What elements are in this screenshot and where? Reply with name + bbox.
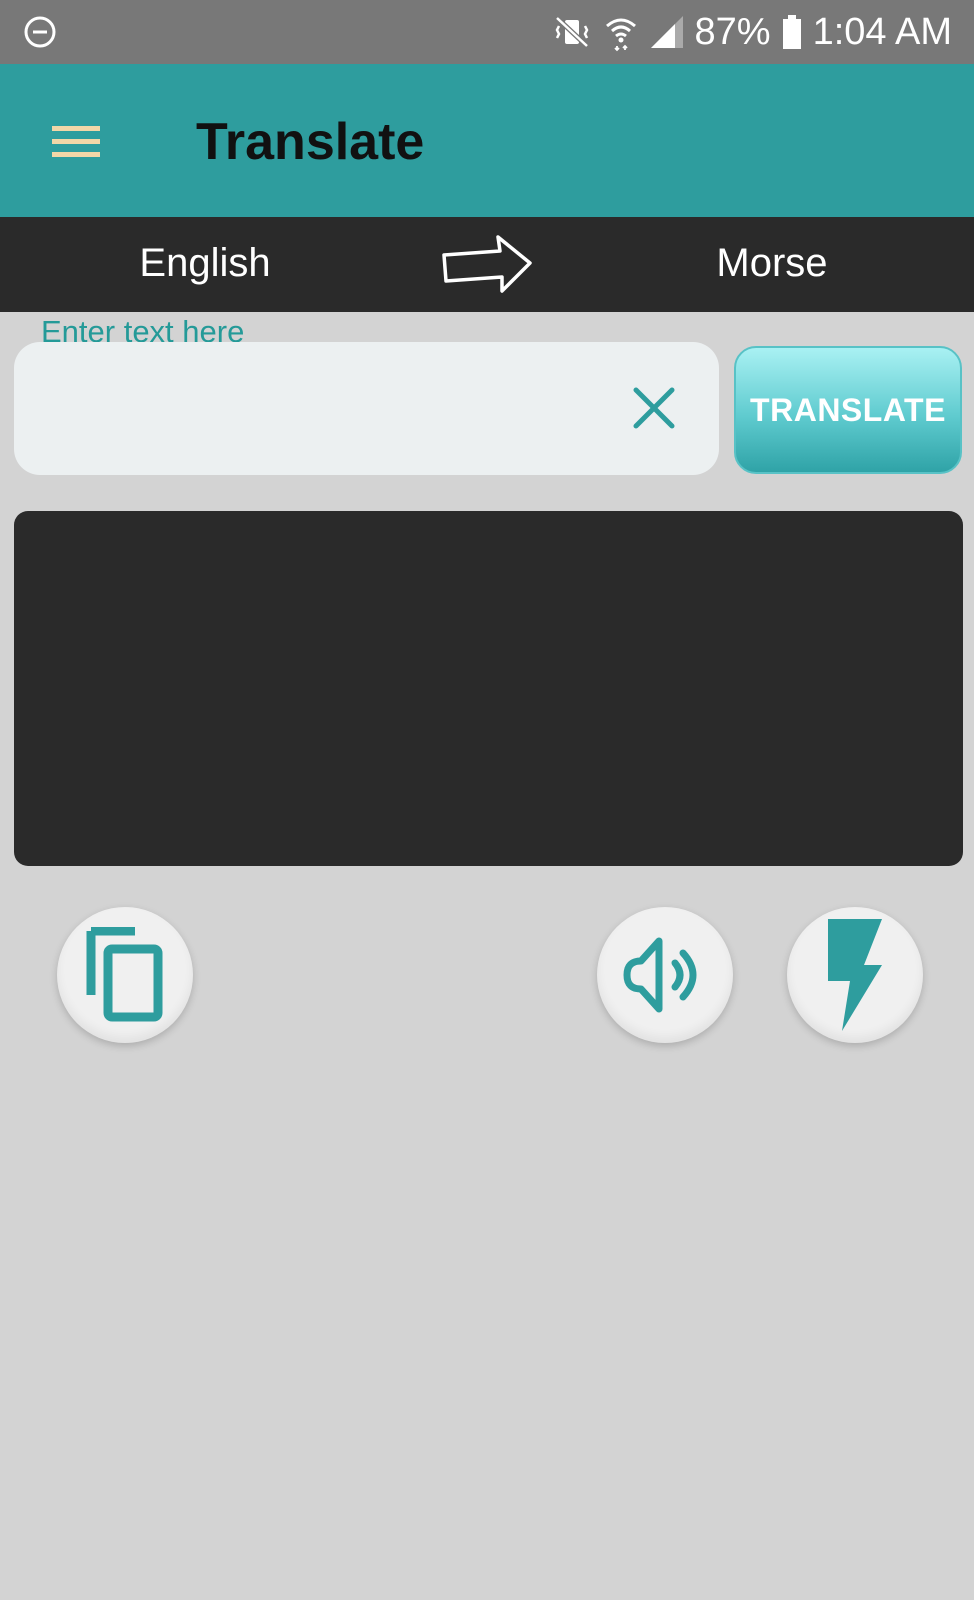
battery-percent: 87% (694, 11, 771, 53)
flash-icon (828, 919, 882, 1031)
hamburger-menu-icon[interactable] (50, 122, 102, 162)
flash-button[interactable] (787, 907, 923, 1043)
wifi-icon (605, 18, 636, 52)
signal-icon (650, 16, 683, 48)
copy-button[interactable] (57, 907, 193, 1043)
target-language[interactable]: Morse (610, 241, 934, 286)
status-bar: 87% 1:04 AM (0, 0, 974, 64)
clock: 1:04 AM (812, 11, 952, 53)
page-title: Translate (196, 113, 425, 171)
translate-button[interactable]: TRANSLATE (734, 346, 962, 474)
source-language[interactable]: English (0, 241, 410, 286)
output-area (14, 511, 963, 866)
speaker-icon (623, 937, 697, 1013)
app-bar: Translate (0, 64, 974, 217)
battery-icon (782, 15, 801, 49)
vibrate-mute-icon (554, 16, 589, 48)
language-bar: English Morse (0, 217, 974, 312)
text-input-container (14, 342, 719, 475)
copy-icon (86, 927, 163, 1022)
close-icon[interactable] (630, 384, 678, 432)
do-not-disturb-icon (24, 16, 56, 48)
right-arrow-icon[interactable] (440, 231, 536, 297)
text-input[interactable] (38, 372, 622, 444)
speak-button[interactable] (597, 907, 733, 1043)
